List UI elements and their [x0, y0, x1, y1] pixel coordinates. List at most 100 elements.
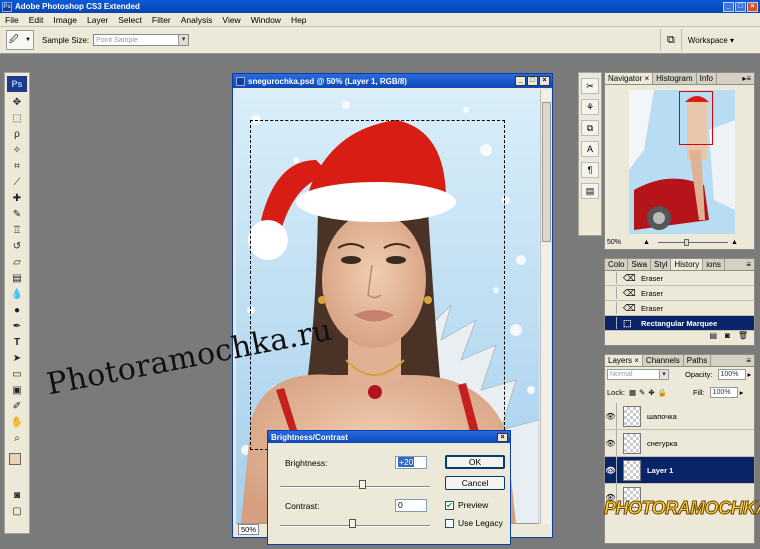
- screen-mode-icon[interactable]: ▢: [7, 504, 27, 519]
- menu-file[interactable]: File: [0, 15, 24, 25]
- brushes-icon[interactable]: ⚘: [581, 99, 599, 115]
- menu-edit[interactable]: Edit: [24, 15, 49, 25]
- zoom-slider-thumb[interactable]: [683, 238, 689, 246]
- menu-view[interactable]: View: [217, 15, 245, 25]
- panel-menu-icon[interactable]: ≡: [746, 259, 754, 270]
- menu-layer[interactable]: Layer: [82, 15, 113, 25]
- new-document-icon[interactable]: ▤: [709, 331, 717, 343]
- notes-tool-icon[interactable]: ▣: [7, 383, 27, 398]
- layer-row[interactable]: 👁 шапочка: [605, 403, 754, 430]
- tab-actions[interactable]: ions: [703, 259, 725, 270]
- tab-paths[interactable]: Paths: [684, 355, 712, 366]
- clone-stamp-tool-icon[interactable]: ♖: [7, 223, 27, 238]
- lasso-tool-icon[interactable]: ρ: [7, 127, 27, 142]
- type-tool-icon[interactable]: T: [7, 335, 27, 350]
- magic-wand-tool-icon[interactable]: ✧: [7, 143, 27, 158]
- lock-paint-icon[interactable]: ✎: [639, 388, 645, 397]
- vertical-scrollbar[interactable]: [540, 90, 551, 524]
- layer-row[interactable]: 👁 снегурка: [605, 430, 754, 457]
- menu-select[interactable]: Select: [113, 15, 147, 25]
- use-legacy-checkbox[interactable]: Use Legacy: [445, 518, 503, 528]
- tool-presets-icon[interactable]: ✂: [581, 78, 599, 94]
- menu-filter[interactable]: Filter: [147, 15, 176, 25]
- history-snapshot-box[interactable]: [605, 287, 617, 299]
- clone-source-icon[interactable]: ⧉: [581, 120, 599, 136]
- brightness-slider-track[interactable]: [280, 486, 430, 488]
- contrast-slider-thumb[interactable]: [349, 519, 356, 528]
- doc-maximize-button[interactable]: □: [527, 76, 538, 86]
- move-tool-icon[interactable]: ✥: [7, 95, 27, 110]
- lock-transparency-icon[interactable]: ▦: [629, 388, 636, 397]
- contrast-input[interactable]: 0: [395, 499, 427, 512]
- sample-size-select[interactable]: Point Sample ▾: [93, 34, 190, 46]
- crop-tool-icon[interactable]: ⌗: [7, 159, 27, 174]
- preview-checkbox[interactable]: ✔ Preview: [445, 500, 488, 510]
- menu-image[interactable]: Image: [48, 15, 82, 25]
- brightness-slider-thumb[interactable]: [359, 480, 366, 489]
- menu-window[interactable]: Window: [246, 15, 286, 25]
- trash-icon[interactable]: 🗑: [738, 331, 748, 343]
- navigator-zoom[interactable]: 50%: [607, 239, 621, 246]
- history-item[interactable]: ⌫ Eraser: [605, 286, 754, 301]
- navigator-thumbnail[interactable]: [629, 90, 735, 234]
- history-brush-tool-icon[interactable]: ↺: [7, 239, 27, 254]
- tab-history[interactable]: History: [671, 259, 704, 270]
- cancel-button[interactable]: Cancel: [445, 476, 505, 490]
- menu-help[interactable]: Hep: [286, 15, 312, 25]
- dodge-tool-icon[interactable]: ●: [7, 303, 27, 318]
- history-snapshot-box[interactable]: [605, 302, 617, 314]
- visibility-eye-icon[interactable]: 👁: [605, 457, 617, 483]
- menu-analysis[interactable]: Analysis: [176, 15, 218, 25]
- maximize-button[interactable]: □: [735, 1, 746, 12]
- tool-preset-picker[interactable]: 🖉 ▼: [6, 30, 34, 50]
- foreground-color-swatch[interactable]: [9, 453, 21, 465]
- tab-swatches[interactable]: Swa: [628, 259, 652, 270]
- marquee-tool-icon[interactable]: ⬚: [7, 111, 27, 126]
- chevron-right-icon[interactable]: ▸: [748, 370, 752, 379]
- bridge-icon[interactable]: ⧉: [667, 34, 675, 47]
- lock-move-icon[interactable]: ✥: [648, 388, 654, 397]
- eyedropper-tool-icon[interactable]: ✐: [7, 399, 27, 414]
- layer-comps-icon[interactable]: ▤: [581, 183, 599, 199]
- visibility-eye-icon[interactable]: 👁: [605, 403, 617, 429]
- quick-mask-icon[interactable]: ◙: [7, 488, 27, 503]
- pen-tool-icon[interactable]: ✒: [7, 319, 27, 334]
- opacity-input[interactable]: 100%: [717, 368, 746, 380]
- blur-tool-icon[interactable]: 💧: [7, 287, 27, 302]
- ok-button[interactable]: OK: [445, 455, 505, 469]
- panel-menu-icon[interactable]: ≡: [746, 355, 754, 366]
- character-icon[interactable]: A: [581, 141, 599, 157]
- tab-channels[interactable]: Channels: [643, 355, 684, 366]
- zoom-out-icon[interactable]: ▲: [643, 239, 650, 246]
- shape-tool-icon[interactable]: ▭: [7, 367, 27, 382]
- workspace-menu[interactable]: Workspace ▾: [688, 36, 734, 45]
- brightness-input[interactable]: +20: [395, 456, 427, 469]
- lock-all-icon[interactable]: 🔒: [658, 388, 667, 397]
- history-item[interactable]: ⌫ Eraser: [605, 301, 754, 316]
- close-button[interactable]: ×: [747, 1, 758, 12]
- healing-tool-icon[interactable]: ✚: [7, 191, 27, 206]
- hand-tool-icon[interactable]: ✋: [7, 415, 27, 430]
- minimize-button[interactable]: _: [723, 1, 734, 12]
- tab-histogram[interactable]: Histogram: [653, 73, 697, 84]
- navigator-view-box[interactable]: [679, 91, 713, 145]
- doc-close-button[interactable]: ×: [539, 76, 550, 86]
- scrollbar-thumb[interactable]: [542, 102, 551, 242]
- blend-mode-select[interactable]: Normal ▾: [607, 368, 669, 380]
- path-select-tool-icon[interactable]: ➤: [7, 351, 27, 366]
- panel-menu-icon[interactable]: ▸≡: [742, 73, 754, 84]
- history-item[interactable]: ⌫ Eraser: [605, 271, 754, 286]
- camera-icon[interactable]: ◙: [725, 331, 730, 343]
- navigator-zoom-slider[interactable]: [657, 238, 728, 246]
- zoom-tool-icon[interactable]: ⌕: [7, 431, 27, 446]
- brush-tool-icon[interactable]: ✎: [7, 207, 27, 222]
- doc-minimize-button[interactable]: _: [515, 76, 526, 86]
- visibility-eye-icon[interactable]: 👁: [605, 430, 617, 456]
- tab-color[interactable]: Colo: [605, 259, 629, 270]
- zoom-level[interactable]: 50%: [238, 524, 260, 535]
- zoom-in-icon[interactable]: ▲: [731, 239, 738, 246]
- history-snapshot-box[interactable]: [605, 317, 617, 329]
- tab-layers[interactable]: Layers ×: [605, 355, 643, 366]
- eraser-tool-icon[interactable]: ▱: [7, 255, 27, 270]
- gradient-tool-icon[interactable]: ▤: [7, 271, 27, 286]
